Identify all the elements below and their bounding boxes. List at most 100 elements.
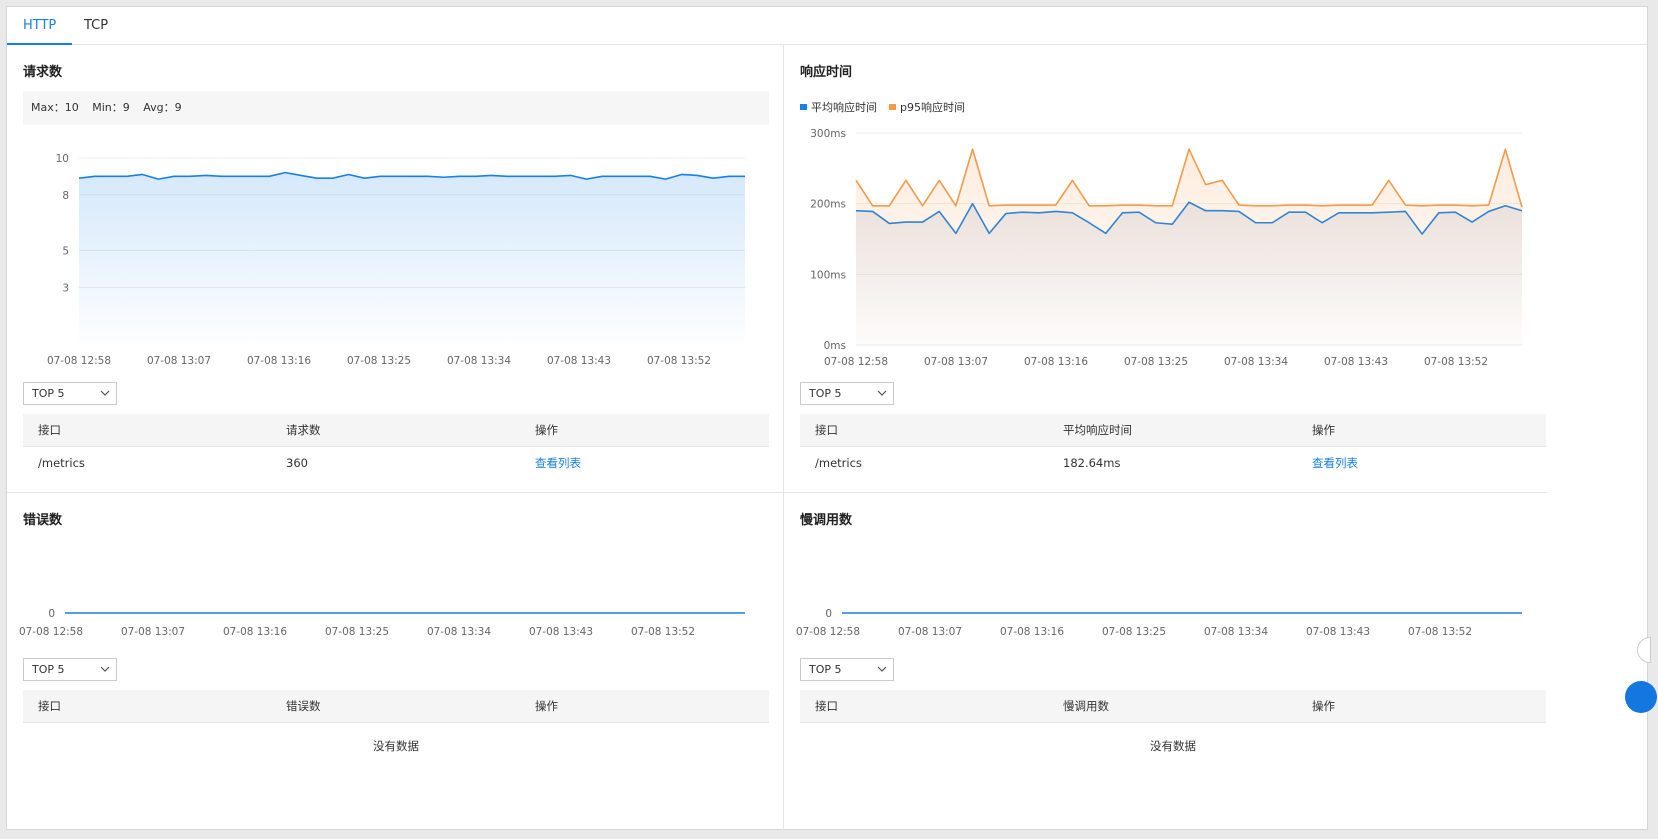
response-legend: 平均响应时间 p95响应时间	[800, 99, 977, 115]
col-endpoint: 接口	[38, 699, 61, 713]
table-header: 接口 请求数 操作	[23, 414, 769, 447]
x-tick-label: 07-08 13:16	[1000, 626, 1064, 638]
select-value: TOP 5	[32, 663, 65, 676]
y-tick-label: 10	[56, 153, 69, 165]
requests-panel: 请求数 Max：10 Min：9 Avg：9 10 8 5 3 07-08 12:58 0…	[7, 45, 784, 493]
x-tick-label: 07-08 13:07	[121, 626, 185, 638]
table-row: /metrics 182.64ms 查看列表	[800, 447, 1546, 481]
chevron-down-icon	[100, 666, 110, 672]
table-row: /metrics 360 查看列表	[23, 447, 769, 481]
chevron-down-icon	[877, 390, 887, 396]
row-value: 182.64ms	[1063, 456, 1121, 470]
row-endpoint: /metrics	[815, 456, 862, 470]
x-tick-label: 07-08 13:16	[247, 355, 311, 367]
y-tick-label: 8	[62, 190, 69, 202]
x-tick-label: 07-08 13:34	[1224, 356, 1288, 368]
errors-top-select[interactable]: TOP 5	[23, 658, 117, 681]
legend-p95: p95响应时间	[889, 99, 965, 115]
requests-top-select[interactable]: TOP 5	[23, 382, 117, 405]
tab-tcp[interactable]: TCP	[68, 7, 124, 45]
slow-title: 慢调用数	[800, 513, 853, 528]
series-area-0	[79, 172, 745, 343]
empty-message: 没有数据	[1150, 739, 1196, 753]
legend-avg-label: 平均响应时间	[811, 101, 877, 114]
x-tick-label: 07-08 12:58	[796, 626, 860, 638]
y-tick-label: 0ms	[824, 340, 846, 352]
errors-panel: 错误数 0 07-08 12:58 07-08 13:07 07-08 13:16 07…	[7, 493, 784, 831]
response-panel: 响应时间 平均响应时间 p95响应时间 300ms 200ms 100ms 0ms 07…	[784, 45, 1547, 493]
table-header: 接口 平均响应时间 操作	[800, 414, 1546, 447]
x-tick-label: 07-08 13:43	[1306, 626, 1370, 638]
stat-avg: Avg：9	[143, 101, 182, 114]
x-tick-label: 07-08 13:07	[924, 356, 988, 368]
errors-chart: 0 07-08 12:58 07-08 13:07 07-08 13:16 07-08 …	[19, 608, 745, 638]
y-tick-label: 0	[825, 608, 832, 620]
x-tick-label: 07-08 13:34	[447, 355, 511, 367]
select-value: TOP 5	[32, 387, 65, 400]
y-tick-label: 200ms	[810, 199, 846, 211]
chevron-down-icon	[877, 666, 887, 672]
x-tick-label: 07-08 13:43	[529, 626, 593, 638]
side-panel-handle[interactable]	[1637, 637, 1651, 663]
col-value: 请求数	[286, 423, 321, 437]
view-list-link[interactable]: 查看列表	[1312, 447, 1358, 480]
col-action: 操作	[535, 423, 558, 437]
dashboard-frame: HTTP TCP 请求数 Max：10 Min：9 Avg：9 10 8 5 3 07-…	[6, 6, 1657, 831]
y-tick-label: 100ms	[810, 269, 846, 281]
y-tick-label: 3	[62, 282, 69, 294]
col-action: 操作	[1312, 699, 1335, 713]
view-list-link[interactable]: 查看列表	[535, 447, 581, 480]
x-tick-label: 07-08 13:34	[427, 626, 491, 638]
table-header: 接口 错误数 操作	[23, 690, 769, 723]
col-action: 操作	[535, 699, 558, 713]
x-tick-label: 07-08 13:52	[1408, 626, 1472, 638]
response-title: 响应时间	[800, 65, 853, 80]
slow-panel: 慢调用数 0 07-08 12:58 07-08 13:07 07-08 13:16 0…	[784, 493, 1547, 831]
errors-title: 错误数	[23, 513, 63, 528]
col-endpoint: 接口	[38, 423, 61, 437]
select-value: TOP 5	[809, 387, 842, 400]
slow-table: 接口 慢调用数 操作 没有数据	[800, 690, 1546, 790]
x-tick-label: 07-08 13:25	[347, 355, 411, 367]
col-action: 操作	[1312, 423, 1335, 437]
col-value: 慢调用数	[1063, 699, 1109, 713]
x-tick-label: 07-08 13:07	[147, 355, 211, 367]
empty-message: 没有数据	[373, 739, 419, 753]
slow-top-select[interactable]: TOP 5	[800, 658, 894, 681]
x-tick-label: 07-08 13:52	[631, 626, 695, 638]
col-value: 错误数	[286, 699, 321, 713]
series-area-1	[856, 149, 1522, 345]
y-tick-label: 5	[62, 245, 69, 257]
chevron-down-icon	[100, 390, 110, 396]
col-value: 平均响应时间	[1063, 423, 1132, 437]
x-tick-label: 07-08 13:52	[647, 355, 711, 367]
x-tick-label: 07-08 13:43	[1324, 356, 1388, 368]
x-tick-label: 07-08 13:25	[1102, 626, 1166, 638]
x-tick-label: 07-08 12:58	[47, 355, 111, 367]
requests-table: 接口 请求数 操作 /metrics 360 查看列表	[23, 414, 769, 481]
select-value: TOP 5	[809, 663, 842, 676]
col-endpoint: 接口	[815, 423, 838, 437]
x-tick-label: 07-08 13:25	[325, 626, 389, 638]
help-bubble-icon[interactable]	[1625, 681, 1657, 713]
x-tick-label: 07-08 13:16	[223, 626, 287, 638]
response-top-select[interactable]: TOP 5	[800, 382, 894, 405]
stat-min: Min：9	[92, 101, 130, 114]
response-chart: 300ms 200ms 100ms 0ms 07-08 12:58 07-08 13:07…	[810, 128, 1523, 368]
slow-chart: 0 07-08 12:58 07-08 13:07 07-08 13:16 07-08 …	[796, 608, 1522, 638]
x-tick-label: 07-08 13:16	[1024, 356, 1088, 368]
row-value: 360	[286, 456, 308, 470]
tab-http[interactable]: HTTP	[7, 7, 73, 45]
row-endpoint: /metrics	[38, 456, 85, 470]
col-endpoint: 接口	[815, 699, 838, 713]
y-tick-label: 0	[48, 608, 55, 620]
y-tick-label: 300ms	[810, 128, 846, 140]
x-tick-label: 07-08 13:52	[1424, 356, 1488, 368]
x-tick-label: 07-08 12:58	[19, 626, 83, 638]
requests-stats: Max：10 Min：9 Avg：9	[23, 91, 769, 125]
errors-table: 接口 错误数 操作 没有数据	[23, 690, 769, 790]
protocol-tabs: HTTP TCP	[7, 7, 1647, 45]
legend-avg: 平均响应时间	[800, 99, 877, 115]
x-tick-label: 07-08 13:43	[547, 355, 611, 367]
requests-chart: 10 8 5 3 07-08 12:58 07-08 13:07 07-08 13:16 07…	[47, 153, 745, 367]
